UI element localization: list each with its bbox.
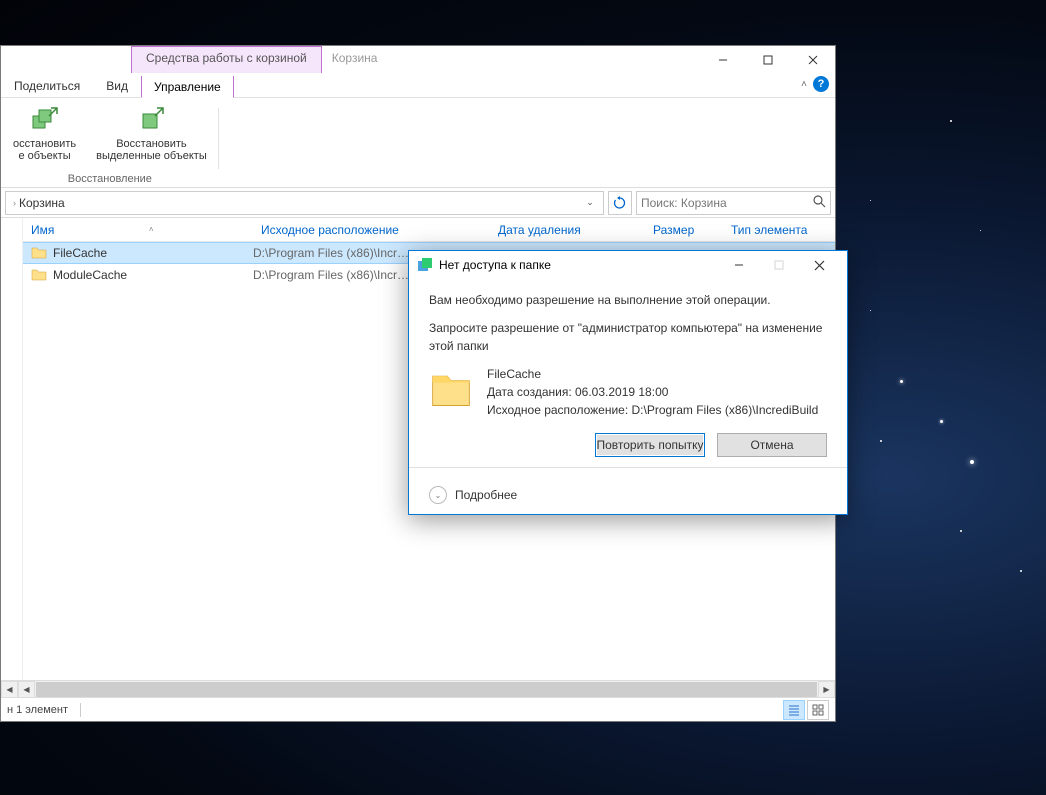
horizontal-scrollbar[interactable]: ◀ ◀ ▶: [1, 680, 835, 697]
address-location: Корзина: [19, 196, 65, 210]
maximize-button[interactable]: [745, 46, 790, 73]
dialog-source-location: Исходное расположение: D:\Program Files …: [487, 401, 818, 419]
dialog-date-created: Дата создания: 06.03.2019 18:00: [487, 383, 818, 401]
window-title: Корзина: [322, 46, 700, 73]
minimize-button[interactable]: [700, 46, 745, 73]
status-item-count: н 1 элемент: [7, 704, 68, 716]
more-details-toggle[interactable]: ⌄ Подробнее: [409, 476, 847, 514]
dialog-minimize-button[interactable]: [719, 251, 759, 279]
address-dropdown-icon[interactable]: ⌄: [581, 197, 599, 208]
access-denied-dialog: Нет доступа к папке Вам необходимо разре…: [408, 250, 848, 515]
dialog-maximize-button[interactable]: [759, 251, 799, 279]
search-placeholder: Поиск: Корзина: [641, 196, 727, 210]
restore-all-button[interactable]: осстановить е объекты: [9, 102, 80, 173]
more-details-label: Подробнее: [455, 488, 517, 502]
column-headers: Имя˄ Исходное расположение Дата удаления…: [23, 218, 835, 242]
restore-selected-button[interactable]: Восстановить выделенные объекты: [92, 102, 211, 173]
status-bar: н 1 элемент: [1, 697, 835, 721]
ribbon-tabs: Поделиться Вид Управление ˄ ?: [1, 73, 835, 98]
sort-arrow-icon: ˄: [149, 225, 154, 234]
icons-view-button[interactable]: [807, 700, 829, 720]
help-icon[interactable]: ?: [813, 76, 829, 92]
scroll-left-button-2[interactable]: ◀: [18, 681, 35, 698]
folder-icon: [31, 245, 47, 261]
address-bar[interactable]: › Корзина ⌄: [5, 191, 604, 215]
tab-share[interactable]: Поделиться: [1, 74, 93, 97]
column-deleted[interactable]: Дата удаления: [490, 218, 645, 241]
refresh-button[interactable]: [608, 191, 632, 215]
address-bar-row: › Корзина ⌄ Поиск: Корзина: [1, 188, 835, 218]
title-bar: Средства работы с корзиной Корзина: [1, 46, 835, 73]
scroll-thumb[interactable]: [36, 682, 817, 697]
column-name[interactable]: Имя˄: [23, 218, 253, 241]
dialog-title-bar: Нет доступа к папке: [409, 251, 847, 279]
folder-icon: [31, 267, 47, 283]
dialog-message-1: Вам необходимо разрешение на выполнение …: [429, 291, 827, 309]
folder-large-icon: [429, 367, 473, 411]
search-icon: [813, 195, 826, 211]
contextual-tab-recycle-tools: Средства работы с корзиной: [131, 46, 322, 73]
dialog-title: Нет доступа к папке: [439, 258, 719, 272]
column-type[interactable]: Тип элемента: [723, 218, 835, 241]
retry-button[interactable]: Повторить попытку: [595, 433, 705, 457]
collapse-ribbon-icon[interactable]: ˄: [801, 79, 807, 90]
cancel-button[interactable]: Отмена: [717, 433, 827, 457]
details-view-button[interactable]: [783, 700, 805, 720]
search-box[interactable]: Поиск: Корзина: [636, 191, 831, 215]
dialog-close-button[interactable]: [799, 251, 839, 279]
dialog-message-2: Запросите разрешение от "администратор к…: [429, 319, 827, 355]
dialog-folder-name: FileCache: [487, 365, 818, 383]
dialog-app-icon: [417, 257, 433, 273]
column-size[interactable]: Размер: [645, 218, 723, 241]
close-button[interactable]: [790, 46, 835, 73]
item-name: ModuleCache: [53, 268, 127, 282]
column-source[interactable]: Исходное расположение: [253, 218, 490, 241]
item-name: FileCache: [53, 246, 107, 260]
tab-view[interactable]: Вид: [93, 74, 141, 97]
scroll-left-button[interactable]: ◀: [1, 681, 18, 698]
restore-all-label: осстановить е объекты: [13, 138, 76, 162]
restore-selected-label: Восстановить выделенные объекты: [96, 138, 207, 162]
tab-manage[interactable]: Управление: [141, 76, 234, 98]
chevron-down-icon: ⌄: [429, 486, 447, 504]
ribbon: осстановить е объекты Восстановить выдел…: [1, 98, 835, 188]
scroll-right-button[interactable]: ▶: [818, 681, 835, 698]
ribbon-group-label: Восстановление: [68, 173, 152, 187]
nav-pane-edge: [1, 218, 23, 680]
